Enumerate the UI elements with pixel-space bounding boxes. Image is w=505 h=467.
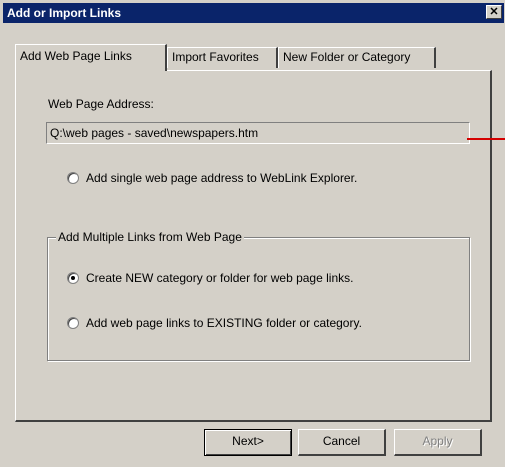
add-import-links-dialog: Add or Import Links ✕ Add Web Page Links… — [0, 0, 505, 467]
tab-import-favorites[interactable]: Import Favorites — [167, 47, 278, 68]
tab-label: Import Favorites — [172, 50, 259, 64]
single-address-option-label[interactable]: Add single web page address to WebLink E… — [86, 171, 357, 185]
group-title: Add Multiple Links from Web Page — [56, 230, 244, 244]
new-category-radio[interactable] — [67, 272, 79, 284]
tab-label: Add Web Page Links — [20, 49, 132, 63]
close-icon[interactable]: ✕ — [486, 5, 502, 19]
multiple-links-group: Add Multiple Links from Web Page — [47, 230, 470, 361]
next-button[interactable]: Next> — [204, 429, 292, 456]
new-category-option-label[interactable]: Create NEW category or folder for web pa… — [86, 271, 353, 285]
tab-label: New Folder or Category — [283, 50, 411, 64]
tab-add-web-page-links[interactable]: Add Web Page Links — [15, 44, 167, 71]
annotation-pointer-line — [467, 138, 505, 140]
window-title: Add or Import Links — [7, 6, 121, 20]
single-address-radio[interactable] — [67, 172, 79, 184]
apply-button[interactable]: Apply — [394, 429, 482, 456]
tab-new-folder-or-category[interactable]: New Folder or Category — [278, 47, 436, 68]
title-bar[interactable]: Add or Import Links ✕ — [3, 3, 504, 23]
web-page-address-field[interactable]: Q:\web pages - saved\newspapers.htm — [46, 122, 470, 144]
existing-folder-option-label[interactable]: Add web page links to EXISTING folder or… — [86, 316, 362, 330]
address-label: Web Page Address: — [48, 97, 154, 111]
existing-folder-radio[interactable] — [67, 317, 79, 329]
cancel-button[interactable]: Cancel — [298, 429, 386, 456]
address-value: Q:\web pages - saved\newspapers.htm — [50, 126, 259, 140]
